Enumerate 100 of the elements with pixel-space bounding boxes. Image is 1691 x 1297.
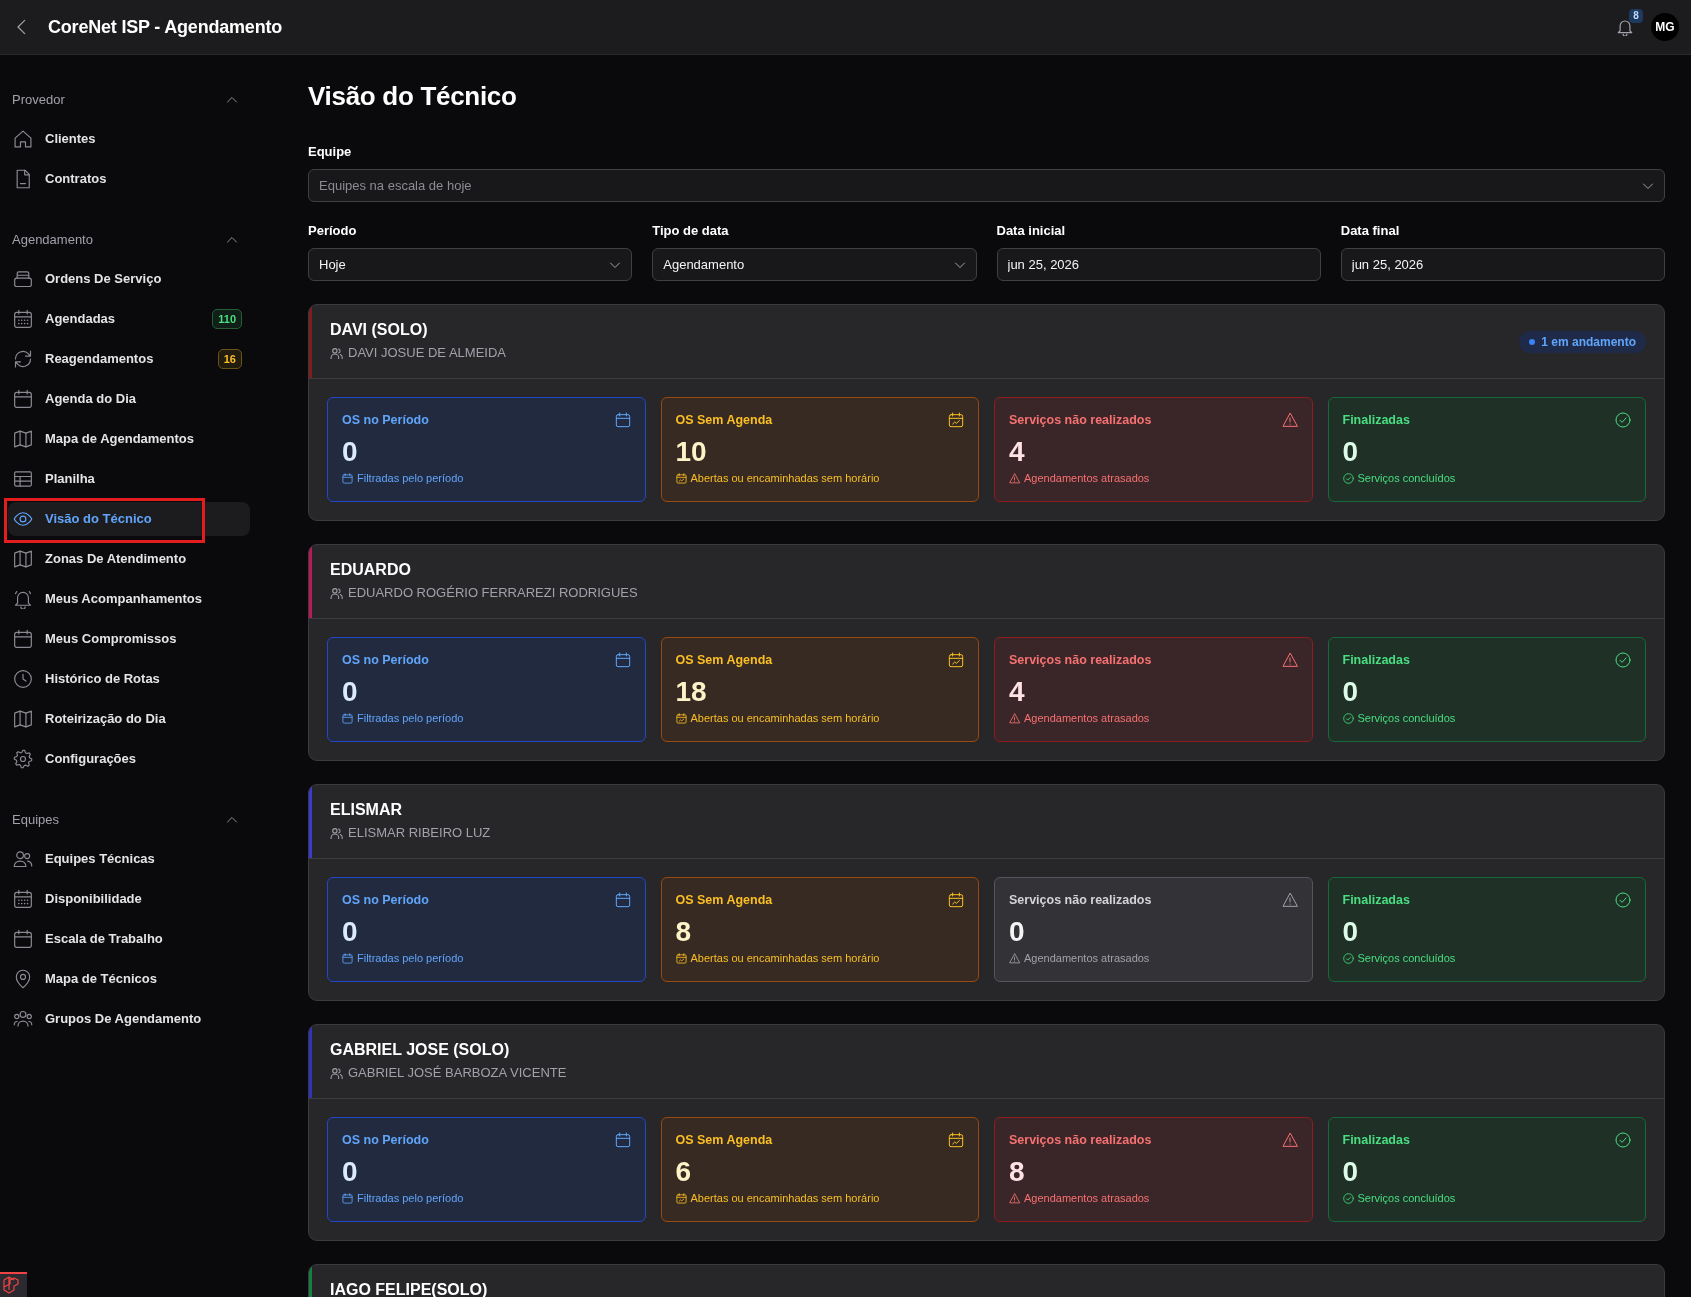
stat-title: OS no Período xyxy=(342,1132,429,1149)
sidebar-item[interactable]: Meus Compromissos xyxy=(8,622,250,656)
sidebar-item[interactable]: Clientes xyxy=(8,122,250,156)
date-field[interactable]: jun 25, 2026 xyxy=(996,248,1321,281)
warning-icon xyxy=(1281,1132,1298,1148)
count-badge: 110 xyxy=(212,309,242,329)
count-badge: 16 xyxy=(217,349,242,369)
users-icon xyxy=(330,346,343,360)
warning-icon xyxy=(1281,652,1298,668)
sidebar-item[interactable]: Zonas De Atendimento xyxy=(8,542,250,576)
stat-title: OS Sem Agenda xyxy=(675,412,773,429)
field-label: Período xyxy=(308,222,358,240)
date-field[interactable]: jun 25, 2026 xyxy=(1340,248,1665,281)
calendar-chart-icon xyxy=(675,713,687,724)
warning-icon xyxy=(1009,473,1020,484)
sidebar-item[interactable]: Equipes Técnicas xyxy=(8,842,250,876)
notifications-icon[interactable] xyxy=(1616,18,1634,36)
sidebar-item[interactable]: Disponibilidade xyxy=(8,882,250,916)
stat-title: Serviços não realizados xyxy=(1009,892,1152,909)
stat-note: Filtradas pelo período xyxy=(357,951,464,966)
table-icon xyxy=(13,469,33,489)
user-avatar[interactable]: MG xyxy=(1651,13,1679,41)
sidebar-item[interactable]: Planilha xyxy=(8,462,250,496)
stat-value: 0 xyxy=(1342,676,1359,708)
field-label: Tipo de data xyxy=(652,222,730,240)
calendar-icon xyxy=(13,889,33,909)
stat-title: Finalizadas xyxy=(1342,412,1410,429)
sidebar-item[interactable]: Escala de Trabalho xyxy=(8,922,250,956)
users-icon xyxy=(330,586,343,600)
stat-title: OS Sem Agenda xyxy=(675,652,773,669)
stat-title: OS no Período xyxy=(342,412,429,429)
settings-icon xyxy=(13,749,33,769)
status-label: 1 em andamento xyxy=(1541,333,1636,350)
calendar-icon xyxy=(342,713,353,724)
sidebar-item[interactable]: Histórico de Rotas xyxy=(8,662,250,696)
check-circle-icon xyxy=(1615,1132,1631,1148)
home-icon xyxy=(13,129,33,149)
calendar-icon xyxy=(342,1193,353,1204)
section-toggle[interactable]: Provedor xyxy=(8,90,250,110)
sidebar-item[interactable]: Agenda do Dia xyxy=(8,382,250,416)
select-field[interactable]: Hoje xyxy=(308,248,633,281)
section-toggle[interactable]: Equipes xyxy=(8,810,250,830)
clock-icon xyxy=(13,669,33,689)
stat-title: Serviços não realizados xyxy=(1009,412,1152,429)
sidebar-item[interactable]: Agendadas 110 xyxy=(8,302,250,336)
page-title: Visão do Técnico xyxy=(308,81,518,112)
stat-value: 6 xyxy=(675,1156,692,1188)
select-field[interactable]: Agendamento xyxy=(652,248,977,281)
logo-icon[interactable] xyxy=(0,1272,27,1297)
team-members: ELISMAR RIBEIRO LUZ xyxy=(348,824,491,842)
sidebar-item[interactable]: Configurações xyxy=(8,742,250,776)
sidebar-item[interactable]: Ordens De Serviço xyxy=(8,262,250,296)
stat-value: 0 xyxy=(342,1156,358,1188)
stat-title: Finalizadas xyxy=(1342,1132,1410,1149)
stat-value: 0 xyxy=(342,436,358,468)
calendar-chart-icon xyxy=(948,1132,964,1148)
stat-value: 0 xyxy=(1009,916,1025,948)
calendar-chart-icon xyxy=(948,652,964,668)
stat-value: 4 xyxy=(1009,676,1025,708)
bell-icon xyxy=(13,589,33,609)
stat-value: 4 xyxy=(1009,436,1025,468)
sidebar-item[interactable]: Contratos xyxy=(8,162,250,196)
stat-title: OS Sem Agenda xyxy=(675,1132,773,1149)
stat-note: Filtradas pelo período xyxy=(357,711,464,726)
stat-note: Serviços concluídos xyxy=(1357,1191,1456,1206)
stat-value: 8 xyxy=(675,916,692,948)
stat-value: 8 xyxy=(1009,1156,1025,1188)
calendar-icon xyxy=(614,652,631,668)
check-circle-icon xyxy=(1342,1193,1354,1204)
stat-note: Serviços concluídos xyxy=(1357,951,1456,966)
sidebar-item[interactable]: Mapa de Técnicos xyxy=(8,962,250,996)
stat-note: Abertas ou encaminhadas sem horário xyxy=(690,471,880,486)
stat-title: OS no Período xyxy=(342,892,429,909)
sidebar-item[interactable]: Reagendamentos 16 xyxy=(8,342,250,376)
stat-note: Agendamentos atrasados xyxy=(1024,1191,1150,1206)
stat-note: Agendamentos atrasados xyxy=(1024,711,1150,726)
team-name: DAVI (SOLO) xyxy=(330,320,429,340)
sidebar-item[interactable]: Mapa de Agendamentos xyxy=(8,422,250,456)
select-field[interactable]: Equipes na escala de hoje xyxy=(308,169,1665,202)
stat-note: Abertas ou encaminhadas sem horário xyxy=(690,1191,880,1206)
calendar-icon xyxy=(614,412,631,428)
calendar-icon xyxy=(13,629,33,649)
users-icon xyxy=(13,849,33,869)
stat-note: Abertas ou encaminhadas sem horário xyxy=(690,951,880,966)
stat-value: 0 xyxy=(342,676,358,708)
calendar-icon xyxy=(13,309,33,329)
stat-note: Filtradas pelo período xyxy=(357,471,464,486)
sidebar-item[interactable]: Meus Acompanhamentos xyxy=(8,582,250,616)
warning-icon xyxy=(1281,892,1298,908)
notification-count-badge: 8 xyxy=(1629,9,1643,23)
sidebar-item[interactable]: Grupos De Agendamento xyxy=(8,1002,250,1036)
sidebar-item[interactable]: Roteirização do Dia xyxy=(8,702,250,736)
team-name: GABRIEL JOSE (SOLO) xyxy=(330,1040,511,1060)
stat-value: 10 xyxy=(675,436,707,468)
section-toggle[interactable]: Agendamento xyxy=(8,230,250,250)
stat-title: Finalizadas xyxy=(1342,892,1410,909)
check-circle-icon xyxy=(1342,473,1354,484)
team-members: GABRIEL JOSÉ BARBOZA VICENTE xyxy=(348,1064,567,1082)
warning-icon xyxy=(1009,713,1020,724)
calendar-icon xyxy=(614,892,631,908)
